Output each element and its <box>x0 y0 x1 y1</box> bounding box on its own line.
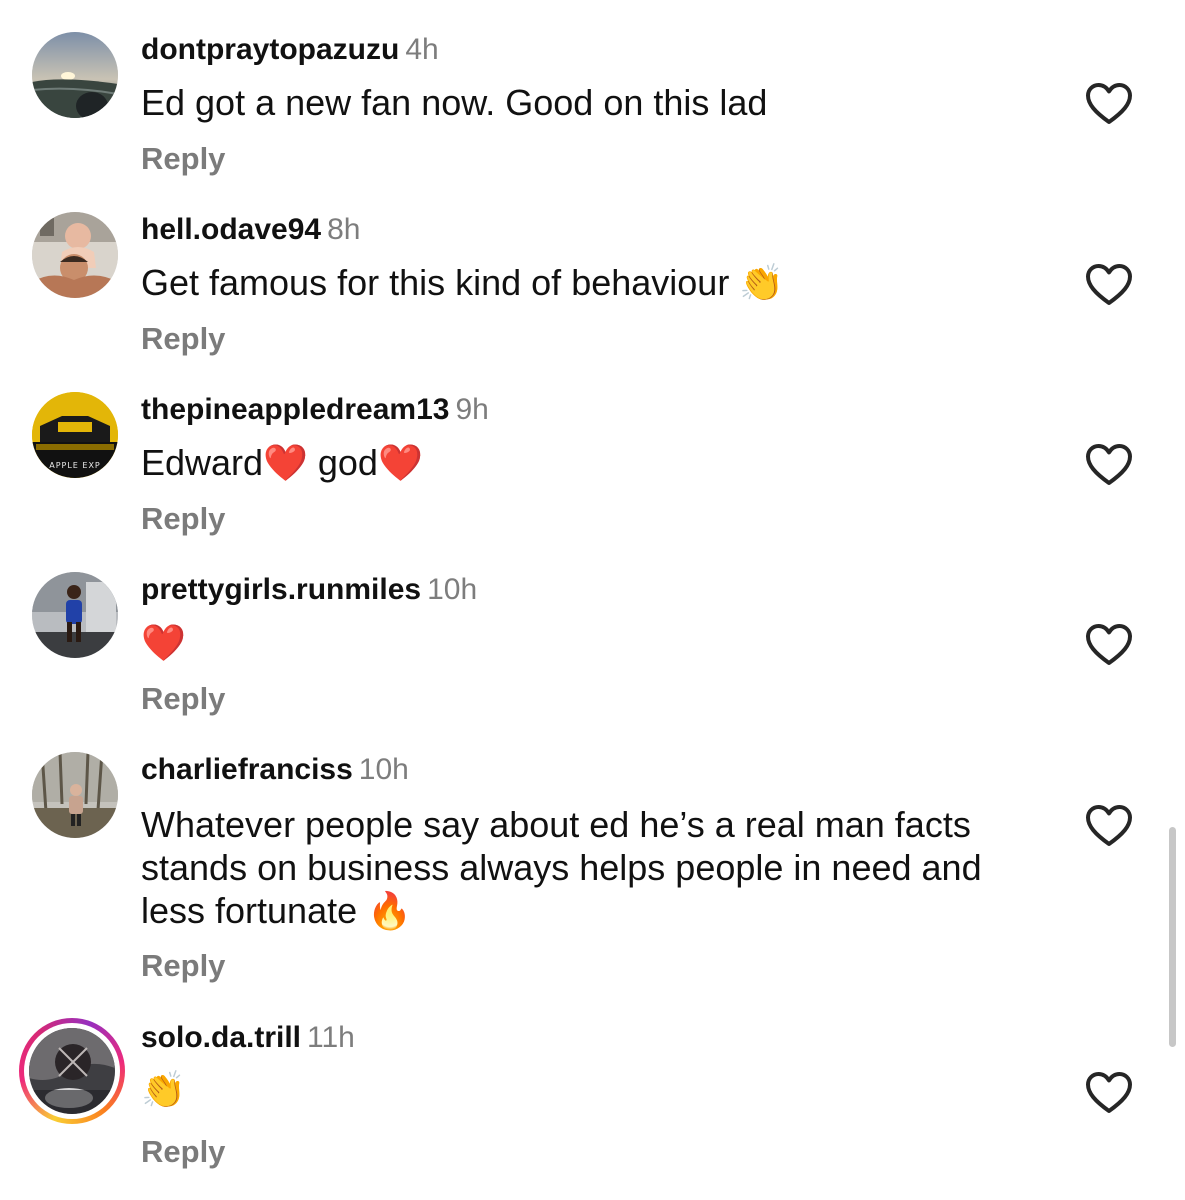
reply-button[interactable]: Reply <box>141 948 225 984</box>
scrollbar[interactable] <box>1169 827 1176 1047</box>
reply-button[interactable]: Reply <box>141 141 225 177</box>
comment-meta: dontpraytopazuzu 4h <box>141 32 439 68</box>
comment-meta: hell.odave94 8h <box>141 212 360 248</box>
avatar-logo-text: APPLE EXP <box>49 461 101 470</box>
story-ring[interactable] <box>19 1018 125 1124</box>
timestamp: 8h <box>327 213 361 246</box>
timestamp: 10h <box>427 573 478 606</box>
avatar[interactable] <box>32 752 118 838</box>
comment-meta: thepineappledream13 9h <box>141 392 489 428</box>
avatar-image: APPLE EXP <box>32 392 118 478</box>
heart-outline-icon <box>1086 1072 1132 1113</box>
comment-meta: solo.da.trill 11h <box>141 1020 355 1056</box>
avatar[interactable]: APPLE EXP <box>32 392 118 478</box>
username[interactable]: solo.da.trill <box>141 1021 301 1054</box>
red-heart-emoji: ❤️ <box>263 442 308 483</box>
fire-emoji: 🔥 <box>367 890 412 931</box>
heart-outline-icon <box>1086 805 1132 846</box>
like-button[interactable] <box>1085 804 1133 848</box>
like-button[interactable] <box>1085 82 1133 126</box>
like-button[interactable] <box>1085 1071 1133 1115</box>
comment-text-part: god <box>307 442 378 483</box>
reply-button[interactable]: Reply <box>141 501 225 537</box>
reply-button[interactable]: Reply <box>141 1134 225 1170</box>
timestamp: 9h <box>455 393 489 426</box>
username[interactable]: prettygirls.runmiles <box>141 573 421 606</box>
avatar-image <box>32 752 118 838</box>
timestamp: 10h <box>358 753 409 786</box>
avatar[interactable] <box>32 572 118 658</box>
username[interactable]: hell.odave94 <box>141 213 321 246</box>
red-heart-emoji: ❤️ <box>141 622 186 663</box>
like-button[interactable] <box>1085 263 1133 307</box>
avatar[interactable] <box>32 32 118 118</box>
username[interactable]: dontpraytopazuzu <box>141 33 399 66</box>
clapping-hands-emoji: 👏 <box>739 262 785 303</box>
comment-text: Whatever people say about ed he’s a real… <box>141 803 1001 932</box>
timestamp: 11h <box>307 1021 355 1054</box>
heart-outline-icon <box>1086 264 1132 305</box>
comment-text: Edward❤️ god❤️ <box>141 441 1021 484</box>
heart-outline-icon <box>1086 444 1132 485</box>
heart-outline-icon <box>1086 83 1132 124</box>
avatar[interactable] <box>29 1028 115 1114</box>
clapping-hands-emoji: 👏 <box>141 1069 186 1110</box>
like-button[interactable] <box>1085 623 1133 667</box>
username[interactable]: thepineappledream13 <box>141 393 449 426</box>
comment-text: Ed got a new fan now. Good on this lad <box>141 81 1021 124</box>
avatar-image <box>32 212 118 298</box>
comment-meta: charliefranciss 10h <box>141 752 409 788</box>
comment-text: ❤️ <box>141 621 1021 664</box>
comment-text-body: Ed got a new fan now. Good on this lad <box>141 82 768 123</box>
avatar-image <box>32 572 118 658</box>
timestamp: 4h <box>405 33 439 66</box>
comment-meta: prettygirls.runmiles 10h <box>141 572 477 608</box>
reply-button[interactable]: Reply <box>141 681 225 717</box>
reply-button[interactable]: Reply <box>141 321 225 357</box>
comment-text-part: Edward <box>141 442 264 483</box>
comment-text-body: Whatever people say about ed he’s a real… <box>141 804 982 931</box>
like-button[interactable] <box>1085 443 1133 487</box>
red-heart-emoji: ❤️ <box>377 442 423 483</box>
comment-text: 👏 <box>141 1068 1021 1111</box>
heart-outline-icon <box>1086 624 1132 665</box>
avatar-image <box>29 1028 115 1114</box>
username[interactable]: charliefranciss <box>141 753 353 786</box>
comment-text-body: Get famous for this kind of behaviour <box>141 262 730 303</box>
avatar-image <box>32 32 118 118</box>
avatar[interactable] <box>32 212 118 298</box>
comment-text: Get famous for this kind of behaviour 👏 <box>141 261 1021 304</box>
